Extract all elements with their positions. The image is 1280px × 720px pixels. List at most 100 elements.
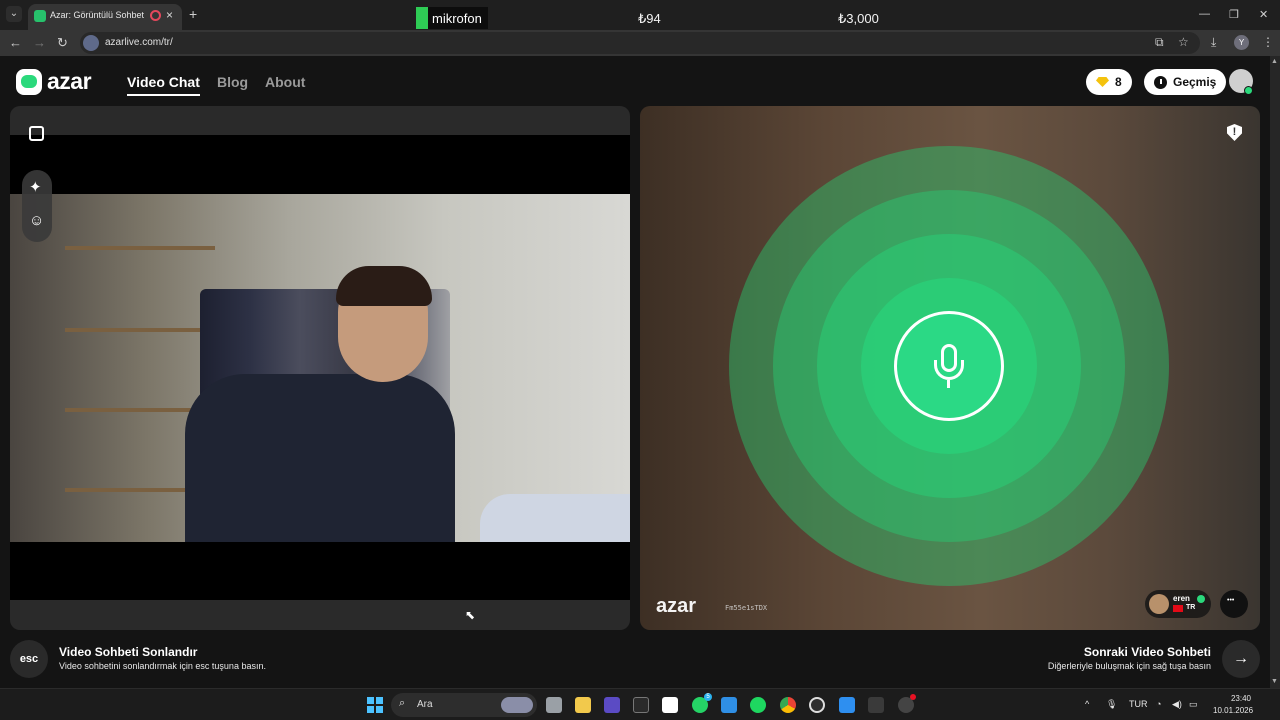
search-icon: ⌕ — [399, 697, 406, 709]
azar-logo-icon[interactable] — [16, 69, 42, 95]
tray-mic-icon[interactable]: 🎙 — [1106, 699, 1117, 710]
fullscreen-icon[interactable] — [29, 126, 44, 141]
recording-icon — [150, 10, 161, 21]
watermark-id: Fm55e1sTDX — [725, 604, 768, 612]
local-video-panel: ✦ ☺ ⬉ — [10, 106, 630, 630]
task-view-icon[interactable] — [546, 697, 562, 713]
reload-icon[interactable]: ↻ — [57, 35, 68, 51]
clock-icon — [1154, 75, 1167, 89]
notion-icon[interactable] — [662, 697, 678, 713]
clock-time: 23:40 — [1230, 694, 1251, 703]
nav-video-chat[interactable]: Video Chat — [127, 74, 200, 96]
whatsapp-badge: 5 — [704, 693, 712, 701]
local-camera-feed — [10, 194, 630, 542]
more-menu-icon[interactable]: ⋮ — [1262, 35, 1274, 49]
next-chat-button[interactable]: → — [1222, 640, 1260, 678]
shelf — [65, 328, 215, 332]
next-chat-hint: Diğerleriyle buluşmak için sağ tuşa bası… — [1047, 661, 1211, 671]
sparkle-effects-icon[interactable]: ✦ — [29, 178, 42, 196]
cube-app-icon[interactable] — [868, 697, 884, 713]
remote-video-panel: ! azar Fm55e1sTDX eren TR — [640, 106, 1260, 630]
overlay-value-2: ₺3,000 — [838, 11, 879, 26]
mic-level-indicator — [416, 7, 428, 29]
battery-icon[interactable]: ▭ — [1189, 699, 1198, 710]
bookmark-star-icon[interactable]: ☆ — [1178, 35, 1189, 49]
taskbar-clock[interactable]: 23:40 10.01.2026 — [1213, 693, 1254, 717]
logo-text[interactable]: azar — [47, 68, 92, 95]
next-chat-title: Sonraki Video Sohbeti — [1083, 645, 1211, 659]
site-info-icon[interactable] — [83, 35, 99, 51]
stream-overlay-mic: mikrofon — [416, 7, 488, 29]
chrome-icon[interactable] — [780, 697, 796, 713]
language-indicator[interactable]: TUR — [1129, 699, 1148, 709]
overlay-value-1: ₺94 — [638, 11, 661, 26]
browser-tab-bar: ⌄ Azar: Görüntülü Sohbet & V × + mikrofo… — [0, 0, 1280, 30]
page-scrollbar[interactable] — [1270, 56, 1280, 688]
back-icon[interactable]: ← — [9, 35, 22, 50]
volume-icon[interactable]: ◀) — [1172, 699, 1182, 710]
mic-label: mikrofon — [432, 10, 482, 26]
search-placeholder: Ara — [417, 699, 433, 710]
face-filter-icon[interactable]: ☺ — [29, 212, 44, 229]
windows-taskbar: ⌕ Ara 5 ^ 🎙 TUR ◔ ◀) ▭ 23:40 10.01.2026 — [0, 688, 1280, 720]
azar-page: azar Video Chat Blog About 8 Geçmiş ✦ ☺ … — [0, 56, 1270, 688]
verified-icon — [1197, 595, 1205, 603]
person-hair — [336, 266, 432, 306]
wifi-icon[interactable]: ◔ — [1156, 699, 1161, 709]
url-text: azarlive.com/tr/ — [105, 37, 173, 48]
azar-favicon-icon — [34, 10, 46, 22]
end-chat-key-button[interactable]: esc — [10, 640, 48, 678]
gem-icon — [1096, 77, 1109, 87]
online-status-icon — [1244, 86, 1253, 95]
spotify-icon[interactable] — [750, 697, 766, 713]
minimize-icon[interactable]: — — [1199, 8, 1210, 20]
microphone-icon-foot — [947, 380, 950, 388]
watermark-logo: azar — [656, 595, 697, 617]
remote-user-avatar — [1149, 594, 1169, 614]
tab-title: Azar: Görüntülü Sohbet & V — [50, 10, 146, 20]
apple-tv-icon[interactable] — [633, 697, 649, 713]
close-window-icon[interactable]: ✕ — [1259, 8, 1268, 21]
file-explorer-icon[interactable] — [575, 697, 591, 713]
taskbar-search[interactable]: ⌕ Ara — [391, 693, 537, 717]
gem-balance-button[interactable]: 8 — [1086, 69, 1132, 95]
notification-dot — [910, 694, 916, 700]
download-icon[interactable]: ⤓ — [1211, 35, 1216, 50]
nav-about[interactable]: About — [265, 74, 305, 90]
restore-icon[interactable]: ❐ — [1229, 8, 1239, 21]
mouse-cursor-icon: ⬉ — [465, 608, 476, 622]
microphone-button[interactable] — [894, 311, 1004, 421]
blanket — [480, 494, 630, 542]
person-body — [185, 374, 455, 542]
vscode-icon[interactable] — [721, 697, 737, 713]
app-icon[interactable] — [604, 697, 620, 713]
remote-user-name: eren — [1173, 594, 1190, 603]
end-chat-title: Video Sohbeti Sonlandır — [59, 645, 198, 659]
chat-button[interactable] — [1220, 590, 1248, 618]
tab-close-icon[interactable]: × — [166, 8, 173, 22]
new-tab-button[interactable]: + — [189, 6, 197, 22]
scroll-down-icon[interactable]: ▼ — [1271, 678, 1278, 685]
nav-blog[interactable]: Blog — [217, 74, 248, 90]
todo-icon[interactable] — [839, 697, 855, 713]
forward-icon[interactable]: → — [33, 35, 46, 50]
clock-date: 10.01.2026 — [1213, 706, 1254, 715]
windows-start-icon[interactable] — [367, 697, 383, 713]
url-field[interactable]: azarlive.com/tr/ — [80, 32, 1200, 54]
scroll-up-icon[interactable]: ▲ — [1271, 58, 1278, 65]
remote-user-chip[interactable]: eren TR — [1145, 590, 1211, 618]
end-chat-hint: Video sohbetini sonlandırmak için esc tu… — [59, 661, 266, 671]
chatgpt-icon[interactable] — [809, 697, 825, 713]
tab-search-icon[interactable]: ⌄ — [6, 6, 22, 22]
address-bar-row: ← → ↻ azarlive.com/tr/ ⧉ ☆ ⤓ Y ⋮ — [0, 30, 1280, 56]
history-button[interactable]: Geçmiş — [1144, 69, 1227, 95]
turkey-flag-icon — [1173, 605, 1183, 612]
tray-overflow-icon[interactable]: ^ — [1085, 699, 1089, 709]
cast-icon[interactable]: ⧉ — [1155, 35, 1164, 50]
search-highlight-image — [501, 697, 533, 713]
microphone-icon-stand — [934, 360, 964, 380]
report-shield-icon[interactable]: ! — [1227, 124, 1242, 141]
browser-tab[interactable]: Azar: Görüntülü Sohbet & V × — [28, 4, 182, 30]
profile-avatar-icon[interactable]: Y — [1234, 35, 1249, 50]
shelf — [65, 246, 215, 250]
